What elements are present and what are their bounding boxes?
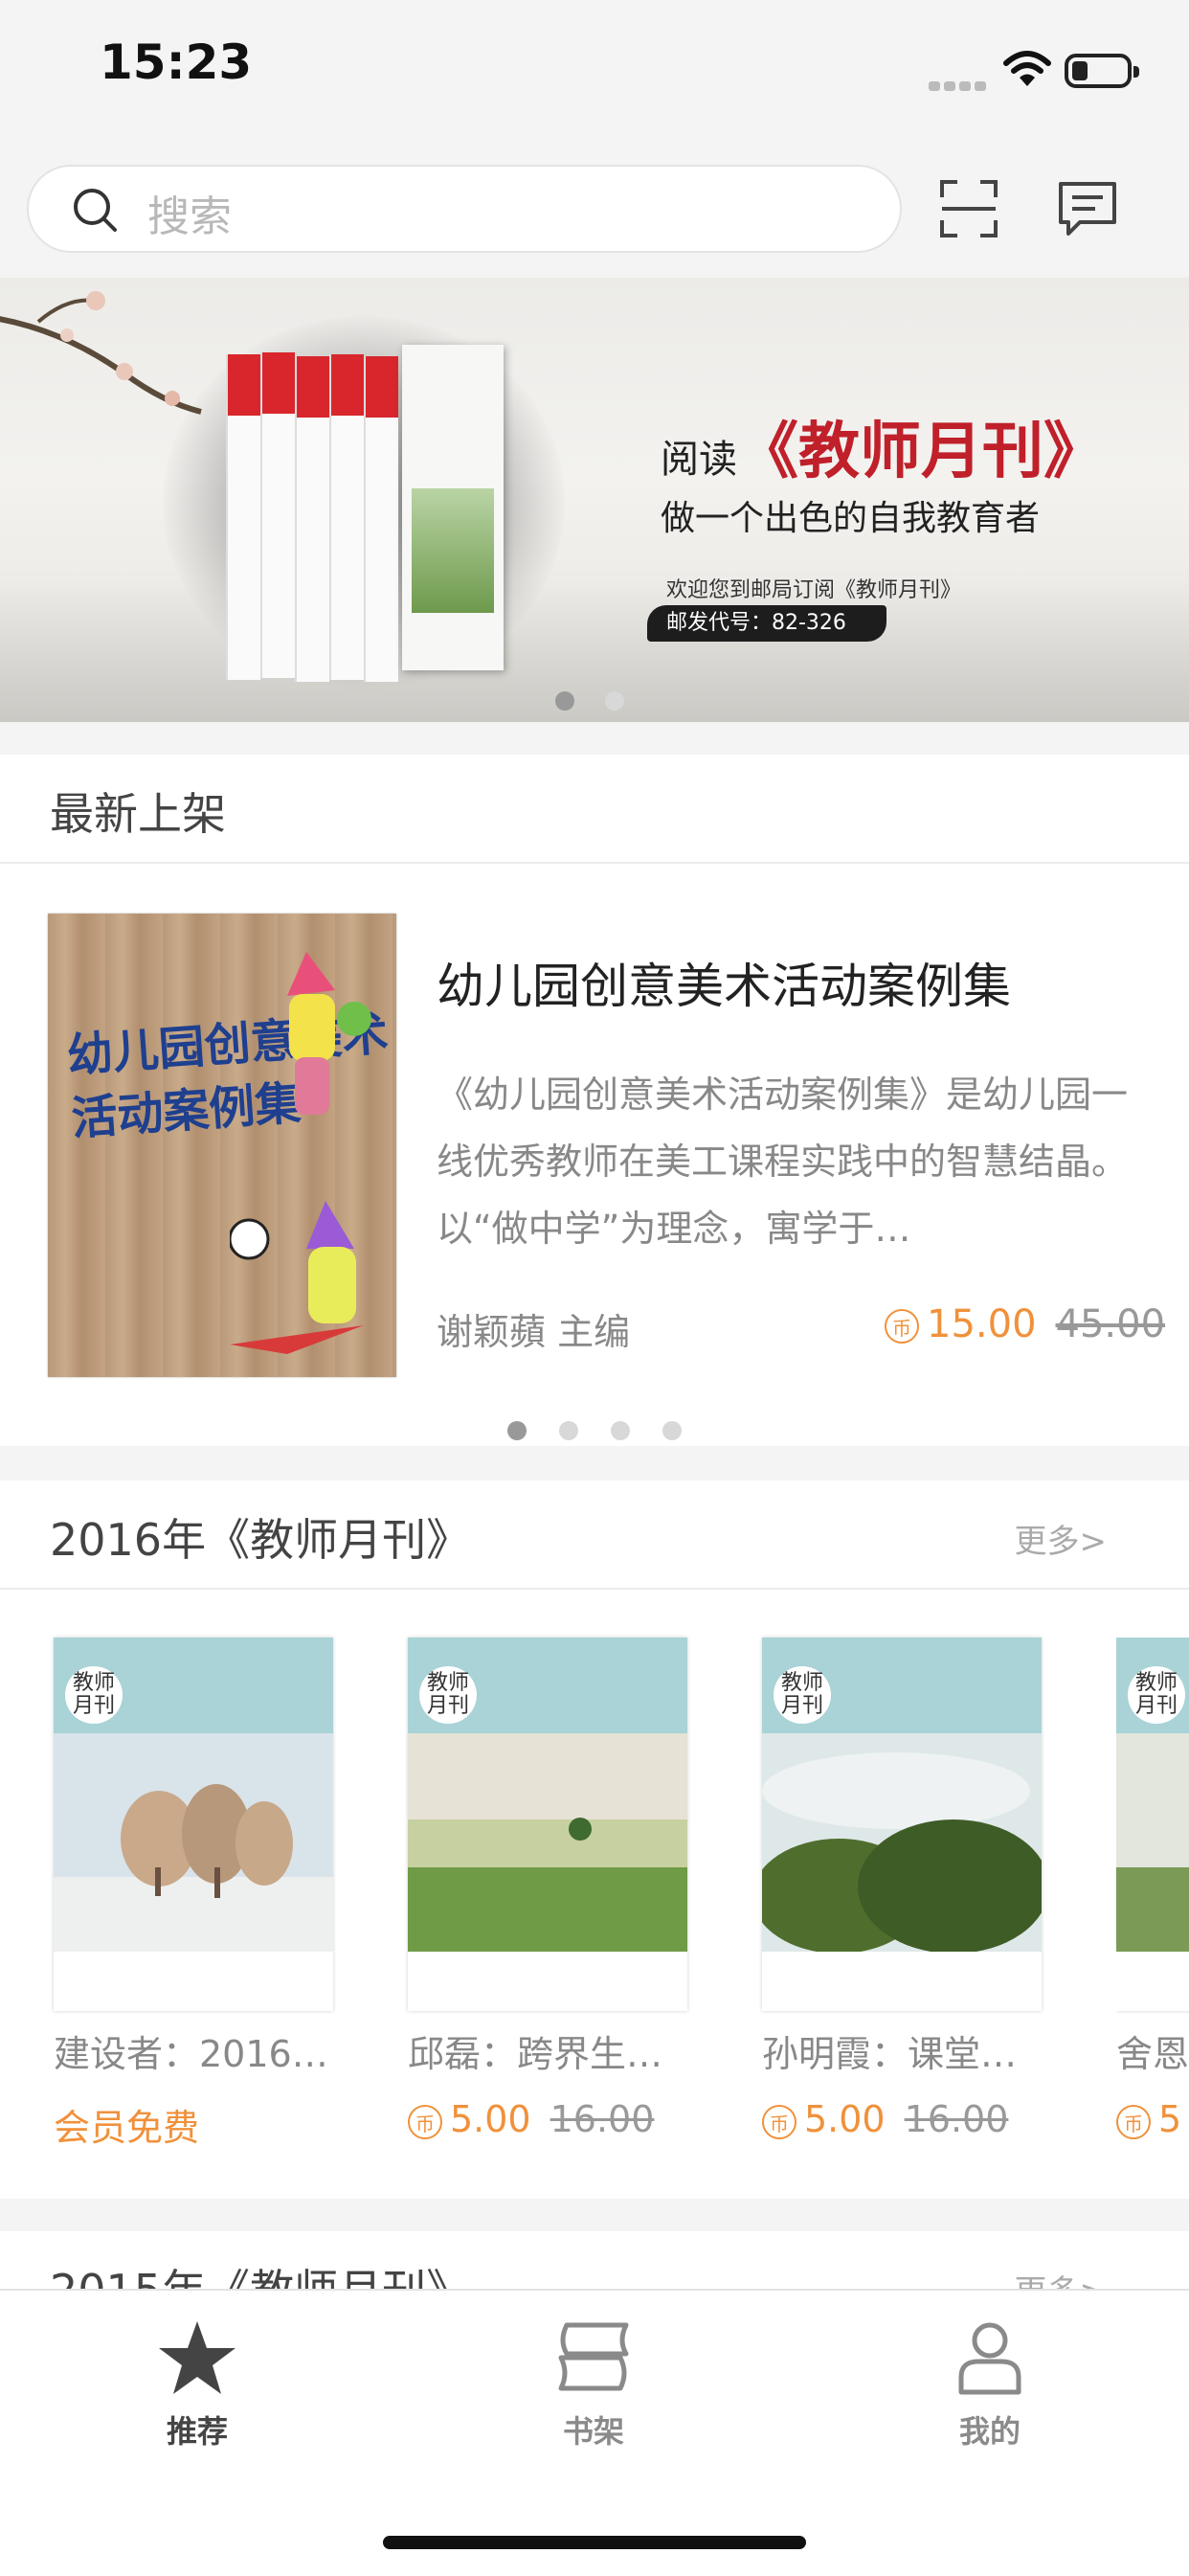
magazine-logo: 教师月刊	[419, 1666, 477, 1724]
featured-book-author: 谢颖蘋 主编	[437, 1311, 631, 1353]
book-spine-image	[329, 354, 364, 680]
divider	[0, 1588, 1189, 1590]
section-title: 最新上架	[50, 788, 226, 840]
magazine-card[interactable]: 教师月刊 建设者：2016… 会员免费	[54, 1638, 333, 2151]
star-icon	[159, 2321, 236, 2394]
landscape-illustration	[1116, 1733, 1189, 1952]
search-placeholder: 搜索	[147, 192, 232, 241]
tab-label: 书架	[562, 2413, 624, 2450]
magazine-card[interactable]: 教师月刊 孙明霞：课堂… 币 5.00 16.00	[762, 1638, 1042, 2140]
scan-icon[interactable]	[938, 178, 999, 239]
section-title: 2016年《教师月刊》	[50, 1514, 471, 1566]
tab-bookshelf[interactable]: 书架	[498, 2319, 689, 2452]
coin-icon: 币	[885, 1309, 919, 1344]
bottom-tab-bar: 推荐 书架 我的	[0, 2289, 1189, 2576]
featured-book-title[interactable]: 幼儿园创意美术活动案例集	[437, 948, 1011, 1017]
magazine-card[interactable]: 教师月刊 邱磊：跨界生… 币 5.00 16.00	[408, 1638, 687, 2140]
bookshelf-icon	[558, 2322, 629, 2391]
cellular-signal-icon	[929, 77, 998, 91]
tab-mine[interactable]: 我的	[894, 2319, 1086, 2452]
more-link[interactable]: 更多>	[1015, 1515, 1108, 1562]
magazine-title: 建设者：2016…	[54, 2033, 328, 2075]
magazine-card[interactable]: 教师月刊 舍恩 币5	[1116, 1638, 1189, 2140]
magazine-cover: 教师月刊	[1116, 1638, 1189, 2011]
magazine-card-partial-clip: 教师月刊 舍恩 币5	[1116, 1638, 1189, 2174]
pagination-dot-active	[555, 691, 574, 711]
crayon-character-illustration	[230, 1201, 364, 1354]
search-icon	[74, 189, 117, 232]
book-spine-image	[226, 354, 260, 680]
magazine-logo: 教师月刊	[774, 1666, 831, 1724]
winter-trees-illustration	[54, 1733, 333, 1952]
tab-recommend[interactable]: 推荐	[101, 2319, 293, 2452]
pagination-dot	[662, 1421, 682, 1440]
original-price: 45.00	[1055, 1302, 1166, 1346]
magazine-cover: 教师月刊	[54, 1638, 333, 2011]
coin-icon: 币	[1116, 2104, 1151, 2139]
magazine-cover: 教师月刊	[408, 1638, 687, 2011]
divider	[0, 862, 1189, 864]
book-spine-image	[295, 356, 329, 682]
book-spine-image	[364, 356, 398, 682]
pagination-dot	[559, 1421, 578, 1440]
featured-pagination	[507, 1421, 714, 1444]
book-cover-image	[402, 345, 504, 670]
banner-pagination	[555, 691, 655, 714]
magazine-logo: 教师月刊	[1128, 1666, 1185, 1724]
magazine-title: 邱磊：跨界生…	[408, 2033, 663, 2075]
featured-book-description: 《幼儿园创意美术活动案例集》是幼儿园一线优秀教师在美工课程实践中的智慧结晶。以“…	[437, 1073, 1129, 1250]
banner-postal-code: 邮发代号：82-326	[647, 605, 886, 642]
forest-illustration	[762, 1733, 1042, 1952]
featured-book-price: 币 15.00 45.00	[885, 1302, 1165, 1346]
featured-book-cover[interactable]: 幼儿园创意美术活动案例集	[48, 914, 396, 1377]
promo-banner[interactable]: 阅读《教师月刊》 做一个出色的自我教育者 欢迎您到邮局订阅《教师月刊》 邮发代号…	[0, 278, 1189, 722]
coin-icon: 币	[408, 2104, 442, 2139]
message-icon[interactable]	[1057, 178, 1118, 239]
pagination-dot-active	[507, 1421, 527, 1440]
magazine-price: 币5	[1116, 2098, 1189, 2140]
crayon-character-illustration	[287, 952, 371, 1115]
member-free-label: 会员免费	[54, 2107, 200, 2149]
magazine-title: 舍恩	[1116, 2033, 1189, 2075]
status-time: 15:23	[100, 34, 253, 90]
wifi-icon	[1003, 51, 1051, 86]
banner-subtitle: 做一个出色的自我教育者	[661, 499, 1041, 538]
banner-note: 欢迎您到邮局订阅《教师月刊》	[666, 578, 962, 602]
home-indicator[interactable]	[383, 2536, 806, 2549]
battery-icon	[1065, 54, 1139, 88]
search-bar[interactable]: 搜索	[27, 165, 902, 253]
magazine-title: 孙明霞：课堂…	[762, 2033, 1018, 2075]
meadow-illustration	[408, 1733, 687, 1952]
user-icon	[958, 2322, 1021, 2395]
book-spine-image	[260, 352, 295, 678]
pagination-dot	[605, 691, 624, 711]
banner-headline: 阅读《教师月刊》	[661, 416, 1105, 487]
magazine-cover: 教师月刊	[762, 1638, 1042, 2011]
price: 15.00	[927, 1302, 1037, 1346]
tab-label: 我的	[958, 2413, 1021, 2450]
pagination-dot	[611, 1421, 630, 1440]
coin-icon: 币	[762, 2104, 796, 2139]
magazine-price: 币 5.00 16.00	[762, 2098, 1042, 2140]
magazine-price: 币 5.00 16.00	[408, 2098, 687, 2140]
magazine-logo: 教师月刊	[65, 1666, 123, 1724]
tab-label: 推荐	[166, 2413, 228, 2450]
plum-branch-decoration	[0, 291, 202, 415]
